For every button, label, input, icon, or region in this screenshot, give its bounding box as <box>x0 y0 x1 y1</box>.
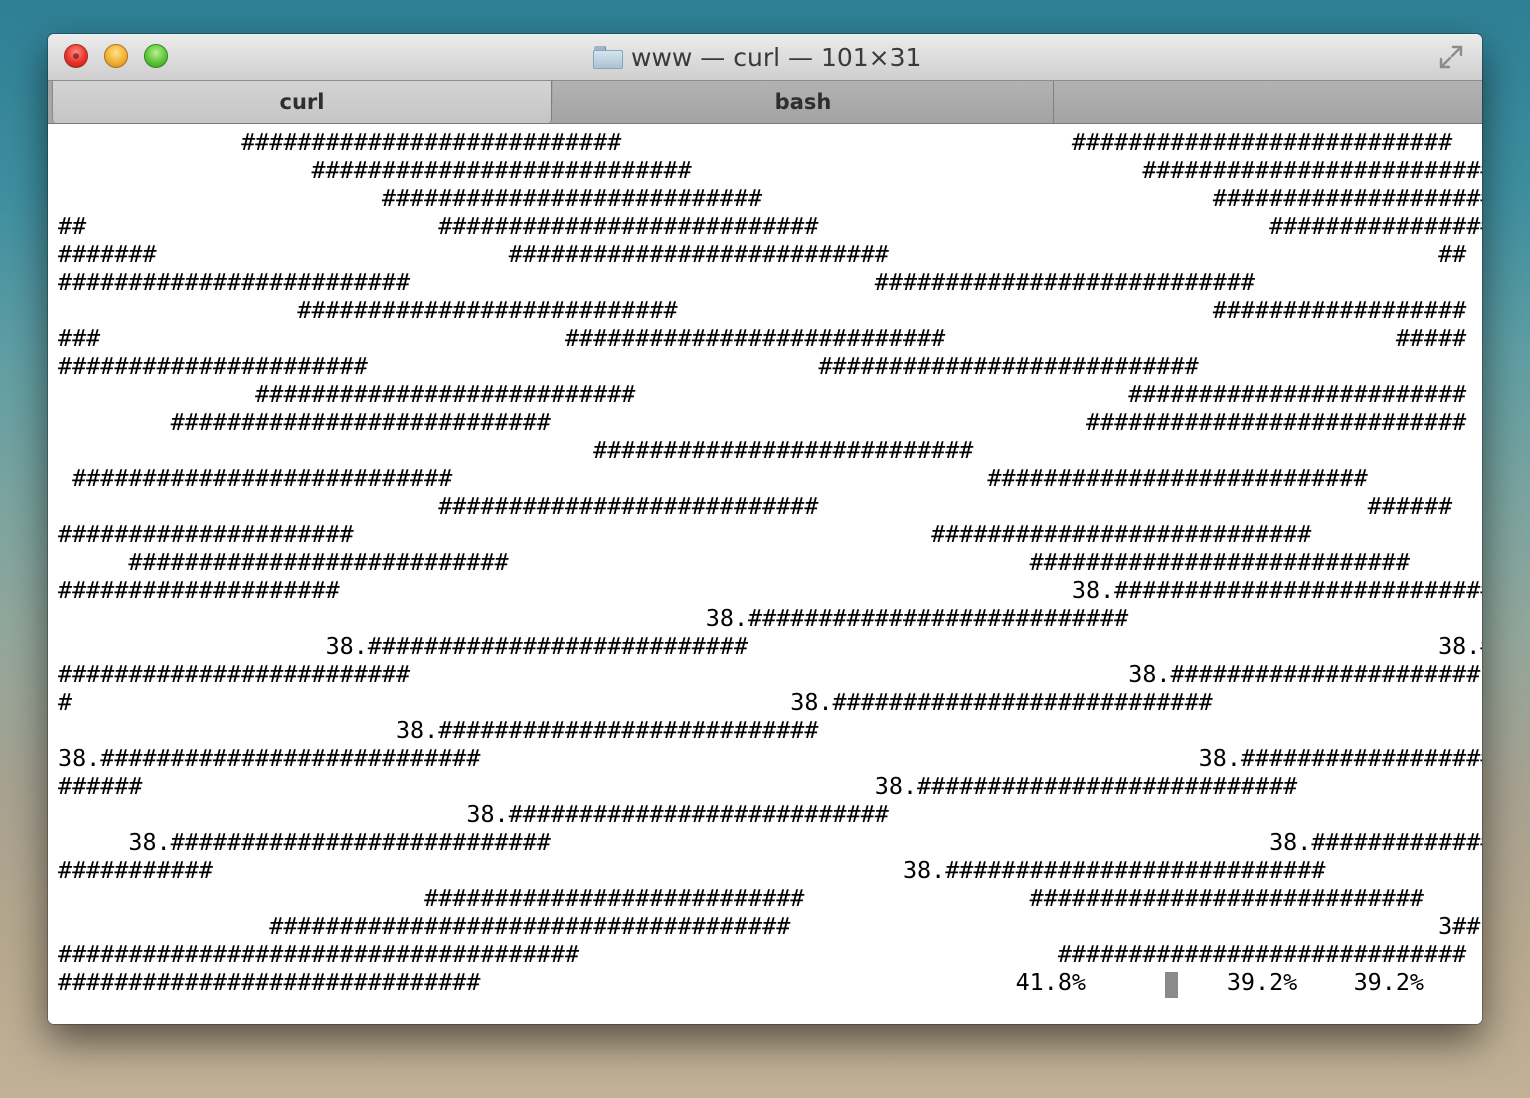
terminal-line: 38.########################### 38.## <box>58 632 1482 660</box>
close-dot-icon <box>73 53 79 59</box>
close-button[interactable] <box>64 44 88 68</box>
zoom-button[interactable] <box>144 44 168 68</box>
terminal-line: ###################### #################… <box>58 352 1199 380</box>
tab-curl[interactable]: curl <box>52 81 552 123</box>
terminal-line: ######################### 38.###########… <box>58 660 1481 688</box>
terminal-line: 38.########################### <box>58 800 889 828</box>
terminal-line: ##################################### ##… <box>58 940 1467 968</box>
terminal-line: ########################### ############… <box>58 884 1424 912</box>
terminal-line: ########################### ############… <box>58 128 1453 156</box>
window-title-text: www — curl — 101×31 <box>631 42 922 72</box>
terminal-window: www — curl — 101×31 curl bash ##########… <box>48 34 1482 1024</box>
terminal-line: ## ########################### #########… <box>58 212 1482 240</box>
terminal-line: 38.########################### 38.######… <box>58 744 1482 772</box>
terminal-output[interactable]: ########################### ############… <box>48 124 1482 1024</box>
terminal-line: 38.########################### <box>58 604 1129 632</box>
fullscreen-arrows-icon[interactable] <box>1438 44 1464 70</box>
terminal-line: ####### ########################### ## <box>58 240 1467 268</box>
terminal-line: ########################### ############… <box>58 380 1467 408</box>
terminal-line: ########################### ############… <box>58 408 1467 436</box>
terminal-line: ########################### ############… <box>58 548 1482 576</box>
terminal-line: ############################## 41.8% 39.… <box>58 968 1424 996</box>
terminal-line: ########################### ############… <box>58 296 1467 324</box>
tab-bash-label: bash <box>774 90 832 114</box>
folder-icon <box>593 45 623 69</box>
terminal-line: ##################### ##################… <box>58 520 1312 548</box>
terminal-line: ########################### <box>58 436 974 464</box>
window-title: www — curl — 101×31 <box>593 40 921 74</box>
terminal-line: ########### 38.#########################… <box>58 856 1326 884</box>
tab-bar: curl bash <box>48 80 1482 124</box>
tab-empty-area[interactable] <box>1054 81 1482 123</box>
terminal-line: ### ########################### ##### <box>58 324 1467 352</box>
terminal-line: #################### 38.################… <box>58 576 1482 604</box>
tab-bash[interactable]: bash <box>553 81 1054 123</box>
tab-curl-label: curl <box>279 90 325 114</box>
terminal-line: ########################### ############… <box>58 184 1482 212</box>
title-bar[interactable]: www — curl — 101×31 <box>48 34 1482 80</box>
terminal-line: ########################### ############… <box>58 464 1368 492</box>
terminal-line: ########################### ############… <box>58 156 1482 184</box>
terminal-line: ########################### ###### <box>58 492 1453 520</box>
terminal-line: 38.########################### <box>58 716 819 744</box>
terminal-line: 38.########################### 38.######… <box>58 828 1482 856</box>
terminal-line: # 38.########################### <box>58 688 1213 716</box>
terminal-cursor <box>1165 972 1178 998</box>
minimize-button[interactable] <box>104 44 128 68</box>
terminal-line: ###### 38.########################### <box>58 772 1298 800</box>
terminal-line: ##################################### 3#… <box>58 912 1481 940</box>
terminal-line: ######################### ##############… <box>58 268 1255 296</box>
